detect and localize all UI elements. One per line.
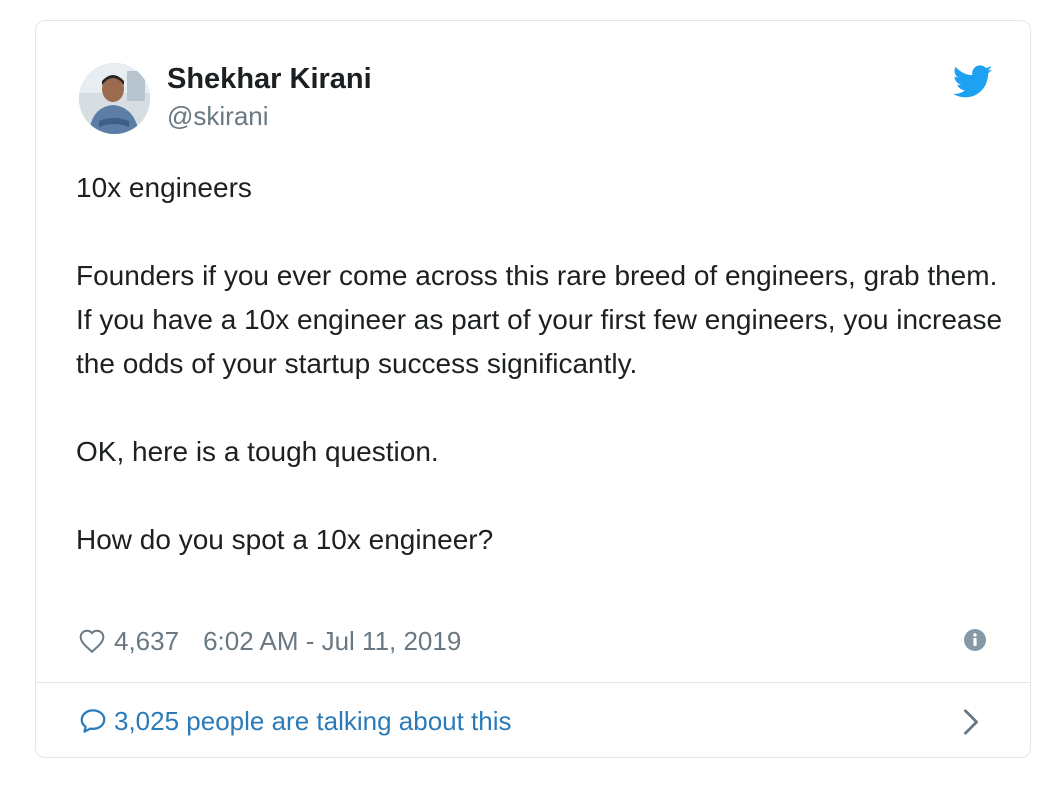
like-count[interactable]: 4,637 bbox=[114, 626, 179, 657]
heart-icon[interactable] bbox=[78, 627, 106, 655]
tweet-card: Shekhar Kirani @skirani 10x engineers Fo… bbox=[35, 20, 1031, 758]
avatar[interactable] bbox=[79, 63, 150, 134]
author-handle[interactable]: @skirani bbox=[167, 101, 269, 131]
info-icon[interactable] bbox=[963, 628, 987, 652]
conversation-label: 3,025 people are talking about this bbox=[114, 705, 512, 736]
tweet-paragraph: OK, here is a tough question. bbox=[76, 436, 439, 467]
tweet-paragraph: Founders if you ever come across this ra… bbox=[76, 260, 1003, 379]
conversation-link[interactable]: 3,025 people are talking about this bbox=[78, 701, 990, 741]
divider bbox=[36, 682, 1030, 683]
speech-bubble-icon bbox=[80, 709, 106, 733]
tweet-text: 10x engineers Founders if you ever come … bbox=[76, 166, 1006, 562]
chevron-right-icon[interactable] bbox=[961, 708, 981, 736]
author-display-name[interactable]: Shekhar Kirani bbox=[167, 62, 372, 96]
user-avatar-photo-icon bbox=[79, 63, 150, 134]
tweet-paragraph: 10x engineers bbox=[76, 172, 252, 203]
twitter-bird-icon[interactable] bbox=[953, 65, 993, 99]
tweet-timestamp[interactable]: 6:02 AM - Jul 11, 2019 bbox=[203, 626, 461, 657]
tweet-meta: 4,637 6:02 AM - Jul 11, 2019 bbox=[78, 621, 461, 661]
tweet-paragraph: How do you spot a 10x engineer? bbox=[76, 524, 494, 555]
